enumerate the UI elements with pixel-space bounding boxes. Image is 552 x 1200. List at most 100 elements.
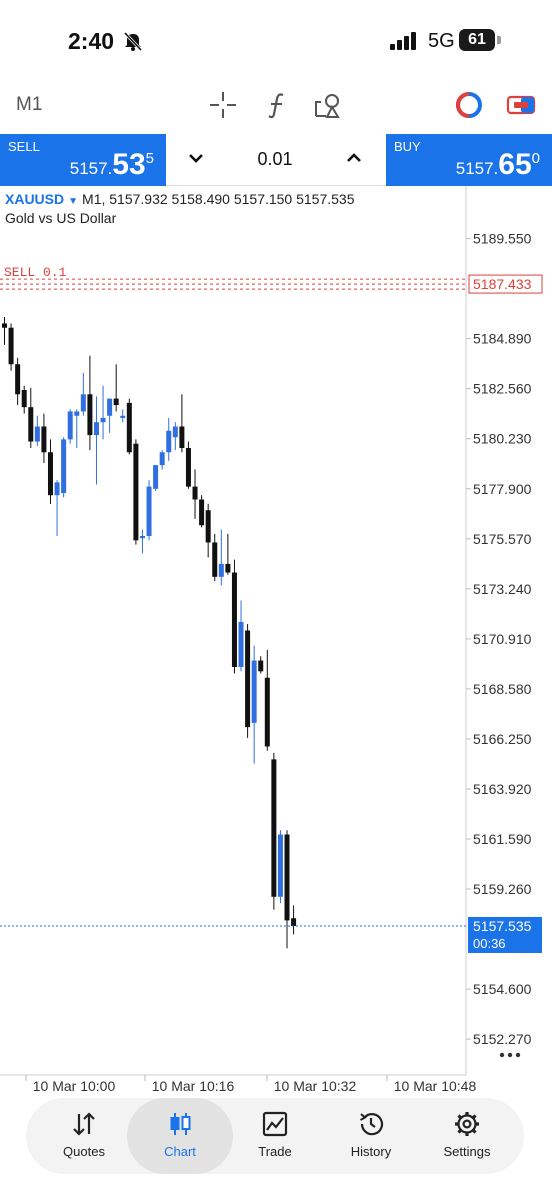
- bear-candle: [258, 660, 264, 672]
- bull-candle: [61, 439, 67, 494]
- bull-candle: [251, 660, 257, 723]
- bear-candle: [225, 563, 231, 573]
- bear-candle: [28, 407, 34, 442]
- nav-history-label: History: [350, 1144, 392, 1159]
- lot-size-input[interactable]: 0.01: [232, 149, 318, 170]
- history-clock-icon: [360, 1113, 384, 1136]
- time-tick-label: 10 Mar 10:16: [152, 1078, 235, 1094]
- candlestick-icon: [170, 1113, 191, 1135]
- nav-quotes[interactable]: Quotes: [36, 1098, 132, 1174]
- bar-countdown-label: 00:36: [473, 936, 506, 951]
- gear-icon: [455, 1112, 479, 1136]
- nav-trade[interactable]: Trade: [227, 1098, 323, 1174]
- bull-candle: [107, 398, 113, 416]
- nav-settings-label: Settings: [443, 1144, 491, 1159]
- price-tick-label: 5184.890: [473, 331, 532, 347]
- order-price-label: 5187.433: [473, 276, 532, 292]
- bull-candle: [218, 563, 224, 577]
- quotes-arrows-icon: [73, 1112, 95, 1136]
- bull-candle: [159, 452, 165, 466]
- battery-cap: [497, 36, 501, 44]
- bear-candle: [113, 398, 119, 406]
- bull-candle: [277, 834, 283, 897]
- bull-candle: [238, 621, 244, 668]
- chevron-up-icon[interactable]: [344, 148, 364, 168]
- sell-label: SELL: [8, 139, 40, 154]
- price-tick-label: 5180.230: [473, 431, 532, 447]
- symbol-timeframe: M1,: [82, 191, 106, 207]
- order-line-label: SELL 0.1: [4, 265, 67, 280]
- bottom-nav: Quotes Chart Trade History Settings: [26, 1098, 524, 1174]
- symbol-header: XAUUSD ▼ M1, 5157.932 5158.490 5157.150 51…: [5, 191, 355, 207]
- time-tick-label: 10 Mar 10:32: [274, 1078, 357, 1094]
- bell-slash-icon: [123, 31, 143, 52]
- indicators-icon[interactable]: [262, 90, 292, 120]
- time-tick-label: 10 Mar 10:48: [394, 1078, 477, 1094]
- price-tick-label: 5161.590: [473, 831, 532, 847]
- trade-chart-icon: [262, 1111, 288, 1137]
- price-tick-label: 5189.550: [473, 231, 532, 247]
- battery-icon: 61: [459, 29, 495, 51]
- more-dot-icon[interactable]: [507, 1052, 513, 1058]
- chart-canvas[interactable]: 5189.550 5184.890 5182.560 5180.230 5177.900…: [0, 186, 552, 1100]
- price-tick-label: 5168.580: [473, 681, 532, 697]
- one-click-trade-panel: SELL 5157.535 0.01 BUY 5157.650: [0, 134, 552, 186]
- bear-candle: [87, 394, 93, 436]
- bear-candle: [271, 759, 277, 897]
- bear-candle: [205, 510, 211, 543]
- bear-candle: [185, 447, 191, 487]
- bull-candle: [100, 417, 106, 423]
- bull-candle: [67, 411, 73, 440]
- one-click-trading-icon[interactable]: [506, 90, 536, 120]
- symbol-ohlc: 5157.932 5158.490 5157.150 5157.535: [109, 191, 355, 207]
- chart-toolbar: M1: [0, 80, 552, 132]
- price-tick-label: 5163.920: [473, 781, 532, 797]
- status-bar: 2:40 5G 61: [0, 0, 552, 80]
- current-price-label: 5157.535: [473, 918, 532, 934]
- price-tick-label: 5154.600: [473, 981, 532, 997]
- nav-quotes-label: Quotes: [63, 1144, 105, 1159]
- price-tick-label: 5152.270: [473, 1031, 532, 1047]
- bull-candle: [34, 426, 40, 442]
- bear-candle: [21, 389, 27, 408]
- bull-candle: [54, 482, 60, 496]
- symbol-dropdown-icon[interactable]: ▼: [68, 196, 78, 207]
- bull-candle: [80, 394, 86, 412]
- objects-icon[interactable]: [313, 90, 343, 120]
- more-dot-icon[interactable]: [499, 1052, 505, 1058]
- more-dot-icon[interactable]: [515, 1052, 521, 1058]
- bull-candle: [93, 422, 99, 436]
- bear-candle: [199, 499, 205, 526]
- price-tick-label: 5175.570: [473, 531, 532, 547]
- bear-candle: [231, 572, 237, 668]
- sell-button[interactable]: SELL 5157.535: [0, 134, 166, 186]
- cellular-signal-icon: [390, 32, 416, 50]
- timeframe-selector[interactable]: M1: [16, 94, 42, 116]
- nav-trade-label: Trade: [258, 1144, 292, 1159]
- nav-history[interactable]: History: [323, 1098, 419, 1174]
- price-tick-label: 5166.250: [473, 731, 532, 747]
- nav-settings[interactable]: Settings: [419, 1098, 515, 1174]
- chevron-down-icon[interactable]: [186, 148, 206, 168]
- bear-candle: [133, 443, 139, 541]
- nav-chart-label: Chart: [164, 1144, 196, 1159]
- symbol-name[interactable]: XAUUSD: [5, 191, 64, 207]
- bear-candle: [41, 426, 47, 453]
- bear-candle: [192, 486, 198, 500]
- theme-icon[interactable]: [454, 90, 484, 120]
- buy-price: 5157.650: [455, 148, 540, 181]
- bear-candle: [284, 834, 290, 921]
- bull-candle: [172, 426, 178, 438]
- price-chart[interactable]: 5189.550 5184.890 5182.560 5180.230 5177.900…: [0, 186, 552, 1100]
- bear-candle: [264, 677, 270, 747]
- bear-candle: [8, 327, 14, 365]
- bull-candle: [153, 465, 159, 489]
- bear-candle: [15, 364, 21, 395]
- bear-candle: [291, 918, 297, 926]
- crosshair-icon[interactable]: [208, 90, 238, 120]
- symbol-description: Gold vs US Dollar: [5, 210, 117, 226]
- price-tick-label: 5182.560: [473, 381, 532, 397]
- buy-button[interactable]: BUY 5157.650: [386, 134, 552, 186]
- network-type: 5G: [428, 30, 455, 52]
- nav-chart[interactable]: Chart: [127, 1098, 233, 1174]
